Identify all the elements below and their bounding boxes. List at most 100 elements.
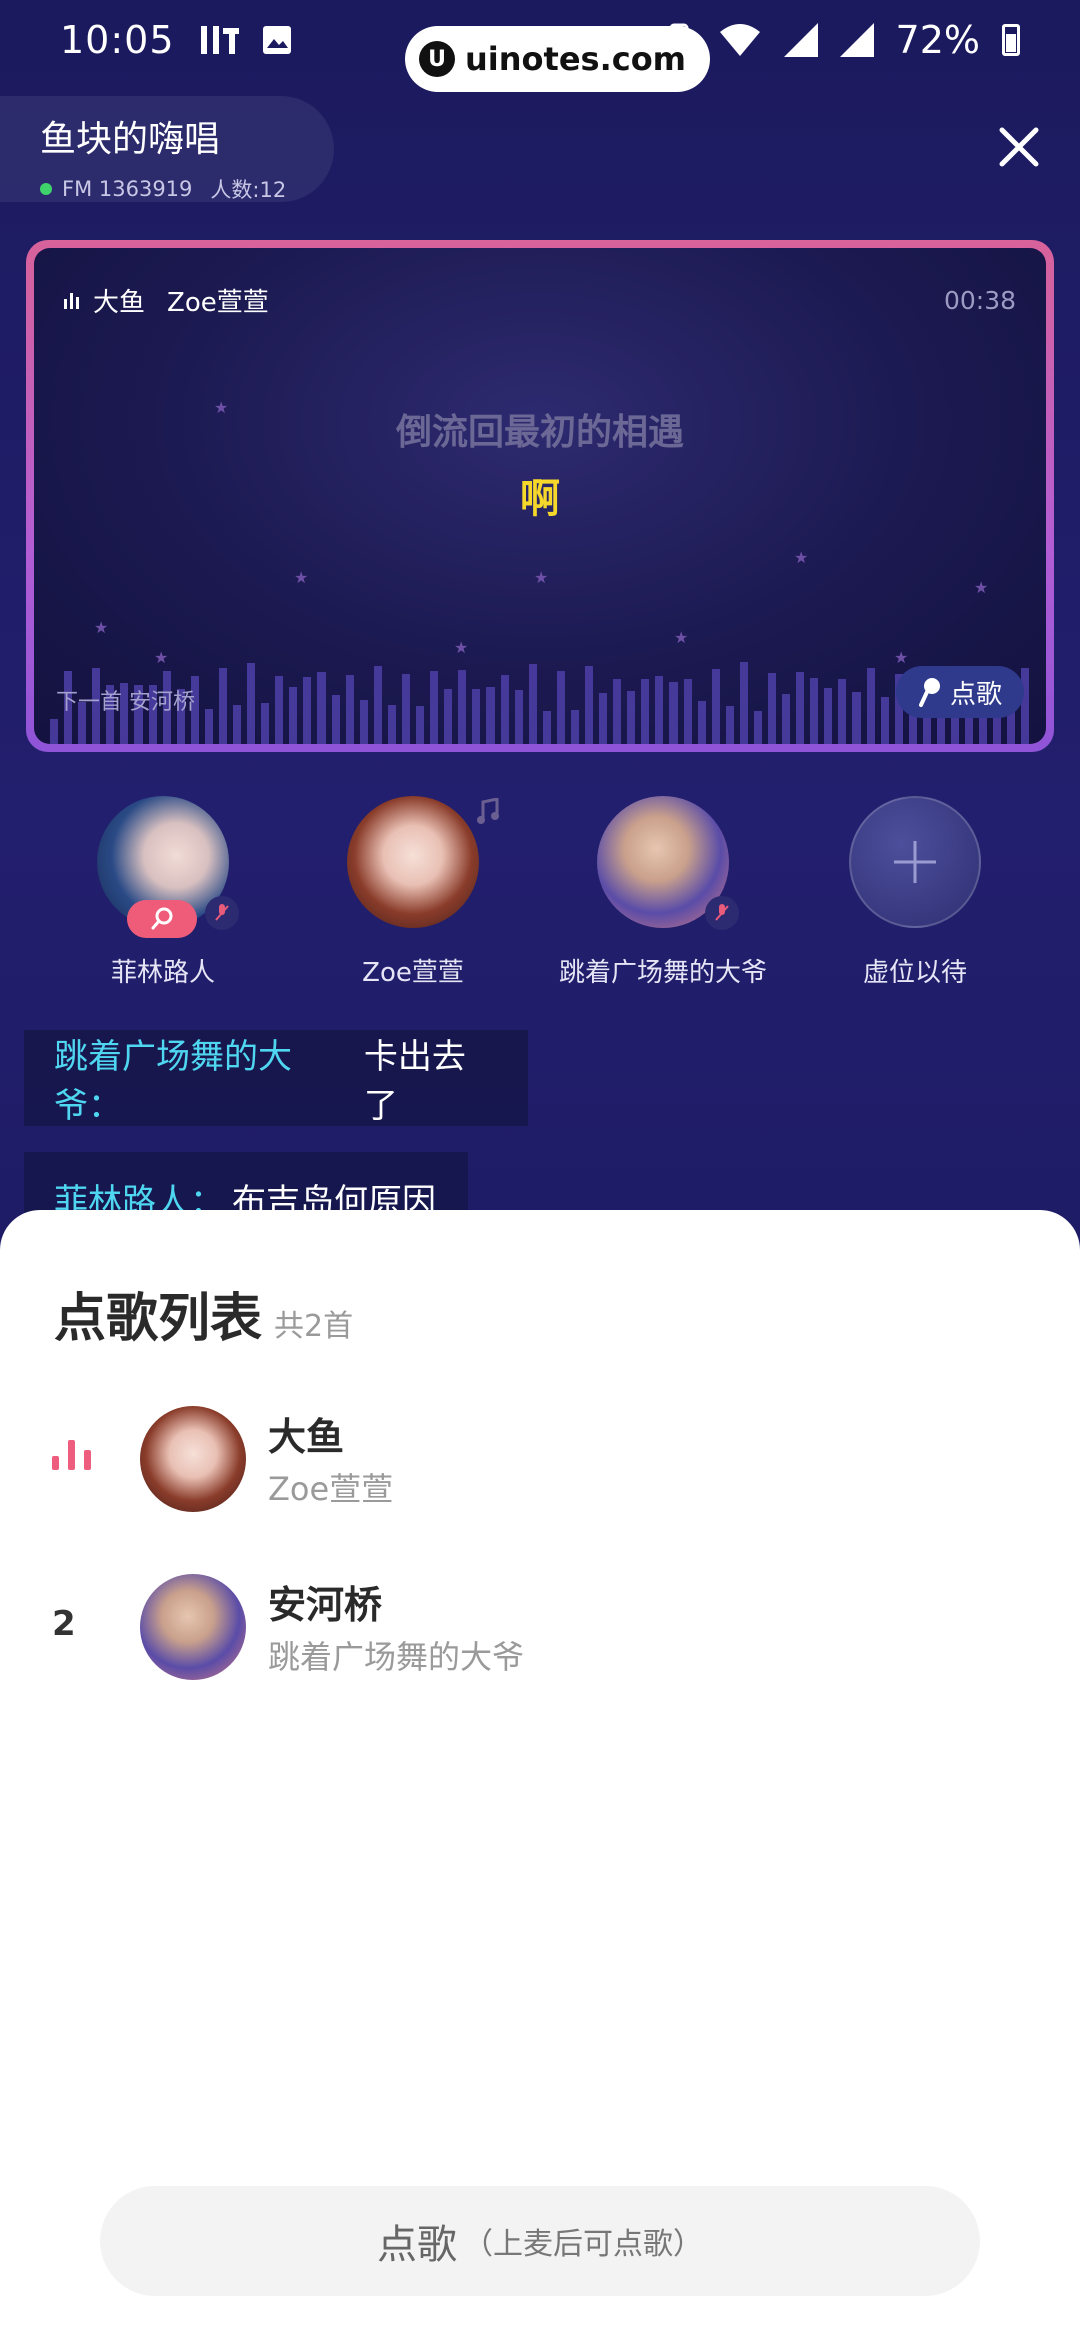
visualizer-bar <box>416 706 425 744</box>
visualizer-bar <box>725 706 734 744</box>
chat-message: 跳着广场舞的大爷： 卡出去了 <box>24 1030 528 1126</box>
stage-screen: ★ ★ ★ ★ ★ ★ ★ ★ ★ ★ 大鱼 Zoe萱萱 00:38 倒流回最初… <box>34 248 1046 744</box>
visualizer-bar <box>584 665 594 744</box>
sheet-count: 共2首 <box>274 1309 354 1344</box>
room-meta: FM 1363919 人数:12 <box>40 174 334 204</box>
watermark-logo: U <box>419 41 455 77</box>
visualizer-bar <box>401 674 411 744</box>
visualizer-bar <box>317 672 326 744</box>
song-index: 2 <box>52 1604 76 1644</box>
song-title: 安河桥 <box>268 1583 383 1627</box>
visualizer-bar <box>782 694 791 744</box>
visualizer-bar <box>373 665 382 744</box>
visualizer-bar <box>218 668 228 744</box>
visualizer-bar <box>810 678 819 744</box>
song-row[interactable]: 大鱼 Zoe萱萱 <box>0 1398 1080 1518</box>
karaoke-stage: ★ ★ ★ ★ ★ ★ ★ ★ ★ ★ 大鱼 Zoe萱萱 00:38 倒流回最初… <box>26 240 1054 752</box>
battery-icon <box>1002 24 1020 56</box>
status-time: 10:05 <box>60 18 175 62</box>
visualizer-bar <box>542 710 551 744</box>
seat-name: Zoe萱萱 <box>362 958 464 988</box>
chat-user[interactable]: 跳着广场舞的大爷： <box>54 1029 356 1127</box>
visualizer-bar <box>204 709 213 744</box>
visualizer-bar <box>359 699 368 744</box>
status-right-icons: 72% <box>662 18 1020 62</box>
next-song: 下一首 安河桥 <box>56 690 195 715</box>
order-song-disabled-button[interactable]: 点歌 （上麦后可点歌） <box>100 2186 980 2296</box>
song-title: 大鱼 <box>268 1415 345 1459</box>
room-fm: FM 1363919 <box>62 177 193 201</box>
now-playing-icon <box>52 1436 91 1470</box>
singing-mic-icon <box>127 900 197 938</box>
visualizer-bar <box>683 678 692 744</box>
star-decoration: ★ <box>794 548 809 567</box>
star-decoration: ★ <box>674 628 689 647</box>
visualizer-bar <box>627 691 636 744</box>
visualizer-bar <box>767 673 777 744</box>
signal-icon-2 <box>839 23 874 57</box>
visualizer-bar <box>233 705 242 744</box>
visualizer-bar <box>697 701 706 744</box>
star-decoration: ★ <box>974 578 989 597</box>
song-artist: 跳着广场舞的大爷 <box>268 1638 525 1676</box>
song-row[interactable]: 2 安河桥 跳着广场舞的大爷 <box>0 1566 1080 1686</box>
visualizer-bar <box>430 670 439 744</box>
mic-muted-icon <box>205 896 239 930</box>
star-decoration: ★ <box>94 618 109 637</box>
song-artist: Zoe萱萱 <box>268 1470 394 1508</box>
close-icon[interactable] <box>994 122 1044 172</box>
room-info[interactable]: 鱼块的嗨唱 FM 1363919 人数:12 <box>0 96 334 202</box>
status-notification-icons <box>199 22 293 58</box>
visualizer-bar <box>50 719 59 744</box>
visualizer-bar <box>838 679 847 744</box>
song-avatar <box>140 1406 246 1512</box>
seat-2[interactable]: Zoe萱萱 <box>288 796 538 989</box>
song-avatar <box>140 1574 246 1680</box>
visualizer-bar <box>739 662 748 744</box>
visualizer-bar <box>528 664 537 744</box>
mic-muted-icon <box>705 896 739 930</box>
visualizer-bar <box>570 709 579 744</box>
visualizer-bar <box>500 675 509 744</box>
song-list-sheet: 点歌列表 共2首 大鱼 Zoe萱萱 2 安河桥 跳着广场舞的大爷 点歌 （上麦后… <box>0 1210 1080 2340</box>
microphone-icon <box>918 678 940 707</box>
visualizer-bar <box>852 691 861 744</box>
wifi-icon <box>719 24 760 56</box>
seat-3[interactable]: 跳着广场舞的大爷 <box>538 796 788 989</box>
visualizer-bar <box>458 670 467 744</box>
star-decoration: ★ <box>294 568 309 587</box>
visualizer-bar <box>289 686 298 744</box>
seat-4-empty[interactable]: 虚位以待 <box>790 796 1040 989</box>
room-title: 鱼块的嗨唱 <box>40 119 221 160</box>
order-song-button[interactable]: 点歌 <box>895 666 1024 718</box>
visualizer-bar <box>303 677 312 744</box>
order-button-label: 点歌 <box>377 2222 457 2268</box>
music-app-icon <box>200 26 239 54</box>
lyric-current: 啊 <box>520 476 560 522</box>
stage-singer: Zoe萱萱 <box>167 288 269 318</box>
visualizer-bar <box>753 711 762 744</box>
battery-percent: 72% <box>895 18 980 62</box>
now-playing-bar: 大鱼 Zoe萱萱 00:38 <box>64 282 1016 319</box>
seat-name: 菲林路人 <box>110 958 215 988</box>
visualizer-bar <box>641 679 650 744</box>
lyric-previous: 倒流回最初的相遇 <box>395 412 684 453</box>
image-icon <box>262 26 291 54</box>
seat-1[interactable]: 菲林路人 <box>38 796 288 989</box>
mic-seats: 菲林路人 Zoe萱萱 跳着广场舞的大爷 虚位以待 <box>0 796 1080 996</box>
visualizer-bar <box>275 676 284 744</box>
empty-seat[interactable] <box>849 796 981 928</box>
visualizer-bar <box>261 702 270 744</box>
plus-icon <box>894 841 936 883</box>
audio-visualizer <box>50 654 1030 744</box>
room-count: 人数:12 <box>210 178 287 202</box>
visualizer-bar <box>387 705 396 744</box>
watermark-text: uinotes.com <box>465 40 687 78</box>
sheet-header: 点歌列表 共2首 <box>54 1276 353 1351</box>
chat-text: 卡出去了 <box>363 1037 466 1126</box>
playing-bars-icon <box>64 292 79 309</box>
visualizer-bar <box>880 696 889 744</box>
visualizer-bar <box>669 681 678 744</box>
visualizer-bar <box>345 675 354 744</box>
visualizer-bar <box>796 671 805 744</box>
